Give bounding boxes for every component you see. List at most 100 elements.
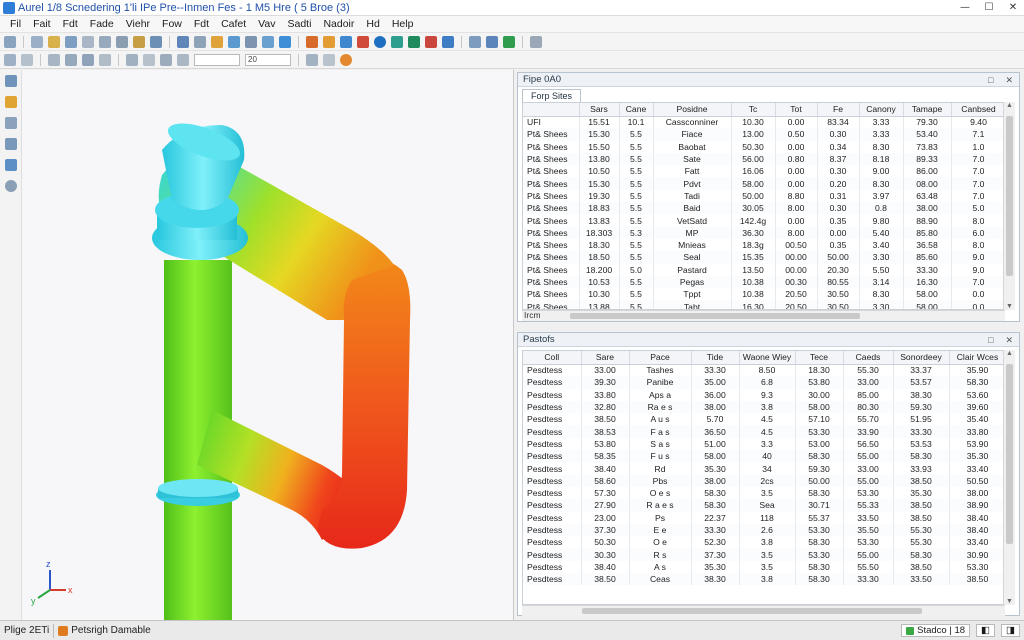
table-row[interactable]: Pt& Shees 13.83 5.5 VetSatd 142.4g 0.00 0.35 9.… [523, 214, 1004, 227]
menu-item[interactable]: Viehr [120, 18, 156, 30]
table-row[interactable]: Pesdtess 33.80 Aps a 36.00 9.3 30.00 85.00 38.3… [523, 388, 1004, 401]
menu-item[interactable]: Fade [84, 18, 120, 30]
menu-item[interactable]: Nadoir [317, 18, 360, 30]
panel-restore-button[interactable]: □ [988, 75, 993, 85]
open-icon[interactable] [31, 35, 43, 48]
bottom-table-vscroll[interactable]: ▲ ▼ [1003, 350, 1015, 605]
table-row[interactable]: Pt& Shees 18.30 5.5 Mnieas 18.3g 00.50 0.35 3.4… [523, 238, 1004, 252]
view-select[interactable] [194, 53, 240, 66]
hscroll-thumb[interactable] [570, 313, 860, 319]
table-row[interactable]: Pt& Shees 18.83 5.5 Baid 30.05 8.00 0.30 0.8 38.… [523, 202, 1004, 215]
table-row[interactable]: Pesdtess 57.30 O e s 58.30 3.5 58.30 53.30 35.3… [523, 486, 1004, 500]
table-row[interactable]: Pt& Shees 13.80 5.5 Sate 56.00 0.80 8.37 8.18 89… [523, 152, 1004, 166]
menu-item[interactable]: Fow [156, 18, 188, 30]
tile-icon[interactable] [486, 35, 498, 48]
table-row[interactable]: Pesdtess 38.50 A u s 5.70 4.5 57.10 55.70 51.95… [523, 413, 1004, 426]
menu-item[interactable]: Help [386, 18, 420, 30]
tool-icon[interactable] [279, 35, 291, 48]
table-row[interactable]: Pt& Shees 15.30 5.5 Fiace 13.00 0.50 0.30 3.33 5… [523, 128, 1004, 141]
table-row[interactable]: Pt& Shees 18.50 5.5 Seal 15.35 00.00 50.00 3.30… [523, 251, 1004, 264]
scroll-thumb[interactable] [1006, 364, 1013, 544]
column-header[interactable]: Caeds [843, 351, 894, 365]
wireframe-icon[interactable] [323, 53, 335, 66]
table-row[interactable]: Pesdtess 50.30 O e 52.30 3.8 58.30 53.30 55.30 3… [523, 536, 1004, 549]
table-row[interactable]: Pesdtess 58.35 F u s 58.00 40 58.30 55.00 58.30… [523, 450, 1004, 463]
table-row[interactable]: Pesdtess 39.30 Panibe 35.00 6.8 53.80 33.00 53.… [523, 376, 1004, 389]
pen-icon[interactable] [99, 53, 111, 66]
frame-icon[interactable] [245, 35, 257, 48]
save-icon[interactable] [65, 35, 77, 48]
table-row[interactable]: Pt& Shees 15.30 5.5 Pdvt 58.00 0.00 0.20 8.30 08… [523, 177, 1004, 190]
display-icon[interactable] [4, 159, 17, 171]
table-row[interactable]: UFI 15.51 10.1 Cassconniner 10.30 0.00 83.34 3.… [523, 116, 1004, 129]
scroll-thumb[interactable] [1006, 116, 1013, 276]
run-icon[interactable] [391, 35, 403, 48]
menu-item[interactable]: Fait [27, 18, 57, 30]
column-header[interactable]: Clair Wces [949, 351, 1004, 365]
column-header[interactable]: Waone Wiey [739, 351, 796, 365]
analysis-icon[interactable] [408, 35, 420, 48]
table-row[interactable]: Pesdtess 38.40 A s 35.30 3.5 58.30 55.50 38.50 5… [523, 560, 1004, 574]
pencil-icon[interactable] [211, 35, 223, 48]
refresh-icon[interactable] [503, 35, 515, 48]
node-icon[interactable] [48, 53, 60, 66]
column-header[interactable]: Sars [579, 103, 620, 117]
cursor-icon[interactable] [4, 35, 16, 48]
menu-item[interactable]: Vav [252, 18, 281, 30]
column-header[interactable]: Canony [859, 103, 904, 117]
section-icon[interactable] [4, 117, 17, 129]
column-header[interactable]: Pace [629, 351, 692, 365]
view-icon[interactable] [177, 53, 189, 66]
scroll-down-arrow[interactable]: ▼ [1004, 303, 1015, 310]
column-header[interactable]: Posidne [653, 103, 732, 117]
table-row[interactable]: Pt& Shees 10.50 5.5 Fatt 16.06 0.00 0.30 9.00 86… [523, 165, 1004, 178]
layers-icon[interactable] [194, 35, 206, 48]
globe-icon[interactable] [374, 35, 386, 48]
wand-icon[interactable] [323, 35, 335, 48]
brush-icon[interactable] [306, 35, 318, 48]
close-button[interactable]: ✕ [1006, 2, 1020, 14]
shade-icon[interactable] [306, 53, 318, 66]
rotate-view-icon[interactable] [4, 75, 17, 87]
table-row[interactable]: Pesdtess 53.80 S a s 51.00 3.3 53.00 56.50 53.5… [523, 437, 1004, 451]
menu-item[interactable]: Sadti [282, 18, 318, 30]
reset-icon[interactable] [4, 180, 17, 192]
panel-close-button[interactable]: ✕ [1005, 75, 1013, 86]
menu-item[interactable]: Fdt [188, 18, 215, 30]
zoom-icon[interactable] [21, 53, 33, 66]
panel-close-button[interactable]: ✕ [1005, 335, 1013, 346]
table-row[interactable]: Pt& Shees 10.30 5.5 Tppt 10.38 20.50 30.50 8.30… [523, 288, 1004, 301]
column-header[interactable]: Fe [817, 103, 860, 117]
pan-icon[interactable] [126, 53, 138, 66]
scroll-up-arrow[interactable]: ▲ [1004, 350, 1015, 357]
rotate-icon[interactable] [143, 53, 155, 66]
scale-select[interactable]: 20 [245, 53, 291, 66]
scroll-up-arrow[interactable]: ▲ [1004, 102, 1015, 109]
stop-icon[interactable] [425, 35, 437, 48]
select-icon[interactable] [4, 53, 16, 66]
window-icon[interactable] [469, 35, 481, 48]
maximize-button[interactable]: ☐ [982, 2, 996, 14]
menu-item[interactable]: Fdt [57, 18, 84, 30]
bottom-table-hscroll[interactable] [522, 605, 1005, 616]
table-row[interactable]: Pt& Shees 18.200 5.0 Pastard 13.50 00.00 20.30… [523, 263, 1004, 276]
highlight-icon[interactable] [4, 96, 17, 108]
layout-button-1[interactable]: ◧ [976, 624, 996, 637]
measure-icon[interactable] [340, 35, 352, 48]
model-viewport[interactable]: z x y [22, 70, 514, 620]
element-icon[interactable] [65, 53, 77, 66]
column-header[interactable] [523, 103, 580, 117]
table-row[interactable]: Pt& Shees 13.88 5.5 Tabt 16.30 20.50 30.50 3.30… [523, 300, 1004, 309]
column-header[interactable]: Tc [731, 103, 776, 117]
menu-item[interactable]: Cafet [215, 18, 252, 30]
probe-icon[interactable] [4, 138, 17, 150]
paste-icon[interactable] [116, 35, 128, 48]
edit-icon[interactable] [133, 35, 145, 48]
table-row[interactable]: Pesdtess 30.30 R s 37.30 3.5 53.30 55.00 58.30 3… [523, 548, 1004, 561]
table-row[interactable]: Pt& Shees 15.50 5.5 Baobat 50.30 0.00 0.34 8.30… [523, 140, 1004, 153]
table-row[interactable]: Pesdtess 37.30 E e 33.30 2.6 53.30 35.50 55.30 3… [523, 523, 1004, 537]
table-row[interactable]: Pt& Shees 10.53 5.5 Pegas 10.38 00.30 80.55 3.1… [523, 275, 1004, 289]
column-header[interactable]: Tece [795, 351, 844, 365]
settings-icon[interactable] [530, 35, 542, 48]
table-row[interactable]: Pesdtess 38.53 F a s 36.50 4.5 53.30 33.90 33.3… [523, 425, 1004, 438]
